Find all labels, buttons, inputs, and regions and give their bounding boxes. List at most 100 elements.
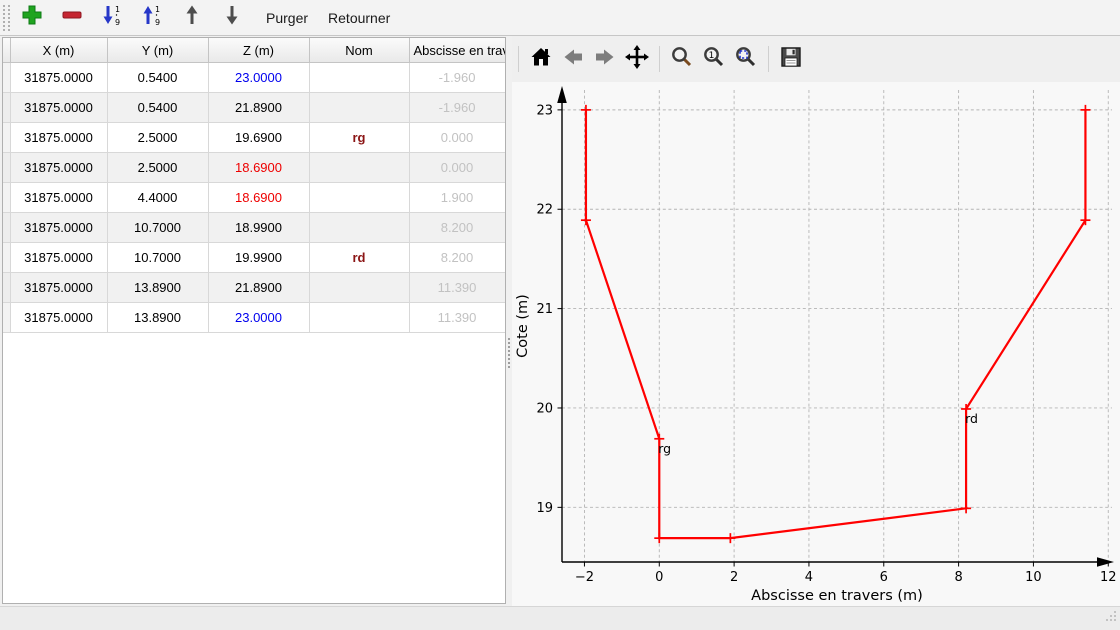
cell-y[interactable]: 0.5400 <box>107 63 208 93</box>
x-tick-label: 6 <box>880 570 888 585</box>
row-header[interactable] <box>3 123 10 153</box>
move-down-button[interactable] <box>216 3 248 33</box>
row-header[interactable] <box>3 63 10 93</box>
pan-button[interactable] <box>622 42 652 76</box>
main-toolbar: 1 9 1 9 <box>0 0 1120 36</box>
cell-y[interactable]: 13.8900 <box>107 303 208 333</box>
row-header[interactable] <box>3 93 10 123</box>
y-tick-label: 19 <box>536 501 553 516</box>
cell-x[interactable]: 31875.0000 <box>10 123 107 153</box>
y-tick-label: 21 <box>536 302 553 317</box>
sort-ascending-1-9-icon: 1 9 <box>100 3 124 32</box>
cross-section-plot[interactable]: −20246810121920212223Abscisse en travers… <box>512 82 1120 606</box>
cell-nom[interactable] <box>309 273 409 303</box>
home-button[interactable] <box>526 42 556 76</box>
row-header[interactable] <box>3 153 10 183</box>
cell-x[interactable]: 31875.0000 <box>10 93 107 123</box>
zoom-region-button[interactable] <box>731 42 761 76</box>
svg-text:1: 1 <box>155 5 160 14</box>
cell-x[interactable]: 31875.0000 <box>10 213 107 243</box>
column-header-abscisse[interactable]: Abscisse en travers <box>409 38 505 63</box>
cell-y[interactable]: 0.5400 <box>107 93 208 123</box>
cell-y[interactable]: 10.7000 <box>107 213 208 243</box>
delete-row-button[interactable] <box>56 3 88 33</box>
cell-y[interactable]: 2.5000 <box>107 123 208 153</box>
column-header-y[interactable]: Y (m) <box>107 38 208 63</box>
cell-z[interactable]: 18.6900 <box>208 153 309 183</box>
resize-grip-icon[interactable] <box>1104 609 1117 627</box>
toolbar-drag-handle[interactable] <box>3 5 10 31</box>
move-up-button[interactable] <box>176 3 208 33</box>
forward-button[interactable] <box>590 42 620 76</box>
zoom-original-button[interactable]: 1 <box>699 42 729 76</box>
cell-z[interactable]: 18.6900 <box>208 183 309 213</box>
remove-icon <box>61 4 83 31</box>
table-row: 31875.000010.700018.9900 8.200 <box>3 213 505 243</box>
cell-abscisse[interactable]: -1.960 <box>409 93 505 123</box>
sort-descending-button[interactable]: 1 9 <box>136 3 168 33</box>
plot-canvas[interactable]: −20246810121920212223Abscisse en travers… <box>512 82 1120 606</box>
cell-x[interactable]: 31875.0000 <box>10 303 107 333</box>
cell-z[interactable]: 18.9900 <box>208 213 309 243</box>
save-button[interactable] <box>776 42 806 76</box>
cell-abscisse[interactable]: 1.900 <box>409 183 505 213</box>
row-header[interactable] <box>3 303 10 333</box>
table-row: 31875.000013.890021.8900 11.390 <box>3 273 505 303</box>
cell-abscisse[interactable]: 0.000 <box>409 123 505 153</box>
x-axis-arrow-icon <box>1097 557 1114 567</box>
add-row-button[interactable] <box>16 3 48 33</box>
row-header[interactable] <box>3 183 10 213</box>
cell-abscisse[interactable]: 8.200 <box>409 243 505 273</box>
cell-z[interactable]: 19.9900 <box>208 243 309 273</box>
pan-icon <box>624 44 650 75</box>
cell-nom[interactable]: rd <box>309 243 409 273</box>
cell-nom[interactable] <box>309 183 409 213</box>
svg-text:9: 9 <box>115 18 120 27</box>
cell-y[interactable]: 2.5000 <box>107 153 208 183</box>
cell-nom[interactable] <box>309 303 409 333</box>
cell-abscisse[interactable]: -1.960 <box>409 63 505 93</box>
cell-nom[interactable]: rg <box>309 123 409 153</box>
forward-icon <box>593 45 617 74</box>
cell-z[interactable]: 21.8900 <box>208 273 309 303</box>
back-button[interactable] <box>558 42 588 76</box>
table-row: 31875.00002.500019.6900rg0.000 <box>3 123 505 153</box>
cell-z[interactable]: 19.6900 <box>208 123 309 153</box>
cell-abscisse[interactable]: 11.390 <box>409 303 505 333</box>
x-tick-label: 0 <box>655 570 663 585</box>
cell-x[interactable]: 31875.0000 <box>10 243 107 273</box>
row-header[interactable] <box>3 243 10 273</box>
cell-y[interactable]: 13.8900 <box>107 273 208 303</box>
cell-z[interactable]: 23.0000 <box>208 303 309 333</box>
sort-ascending-button[interactable]: 1 9 <box>96 3 128 33</box>
status-bar <box>0 606 1120 630</box>
cell-x[interactable]: 31875.0000 <box>10 63 107 93</box>
table-row: 31875.00000.540023.0000 -1.960 <box>3 63 505 93</box>
cell-y[interactable]: 4.4000 <box>107 183 208 213</box>
purge-button[interactable]: Purger <box>256 6 318 30</box>
cell-nom[interactable] <box>309 93 409 123</box>
cell-nom[interactable] <box>309 153 409 183</box>
cell-nom[interactable] <box>309 63 409 93</box>
column-header-z[interactable]: Z (m) <box>208 38 309 63</box>
x-tick-label: 12 <box>1100 570 1117 585</box>
column-header-nom[interactable]: Nom <box>309 38 409 63</box>
cell-abscisse[interactable]: 11.390 <box>409 273 505 303</box>
cell-x[interactable]: 31875.0000 <box>10 153 107 183</box>
zoom-button[interactable] <box>667 42 697 76</box>
row-header[interactable] <box>3 273 10 303</box>
column-header-x[interactable]: X (m) <box>10 38 107 63</box>
cell-abscisse[interactable]: 8.200 <box>409 213 505 243</box>
row-header[interactable] <box>3 213 10 243</box>
cell-z[interactable]: 21.8900 <box>208 93 309 123</box>
reverse-button[interactable]: Retourner <box>318 6 400 30</box>
cell-x[interactable]: 31875.0000 <box>10 273 107 303</box>
zoom-original-icon: 1 <box>702 45 726 74</box>
cell-abscisse[interactable]: 0.000 <box>409 153 505 183</box>
move-up-icon <box>182 4 202 31</box>
cell-nom[interactable] <box>309 213 409 243</box>
cell-z[interactable]: 23.0000 <box>208 63 309 93</box>
cell-y[interactable]: 10.7000 <box>107 243 208 273</box>
cell-x[interactable]: 31875.0000 <box>10 183 107 213</box>
points-table: X (m) Y (m) Z (m) Nom Abscisse en traver… <box>3 38 506 333</box>
